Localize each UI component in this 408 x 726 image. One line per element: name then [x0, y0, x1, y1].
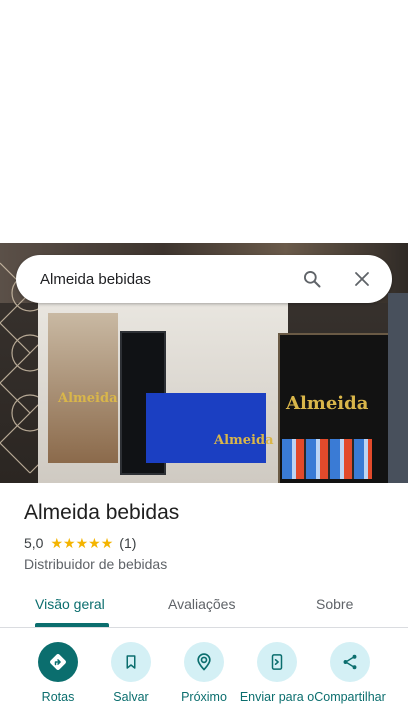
- save-button[interactable]: Salvar: [91, 642, 171, 704]
- place-category[interactable]: Distribuidor de bebidas: [24, 556, 167, 572]
- place-tabs: Visão geral Avaliações Sobre: [0, 584, 408, 628]
- tab-reviews[interactable]: Avaliações: [168, 596, 235, 612]
- nearby-button-circle[interactable]: [184, 642, 224, 682]
- rating-row[interactable]: 5,0 ★ ★ ★ ★ ★ (1): [24, 535, 136, 551]
- share-icon: [343, 654, 357, 670]
- photo-right-wall: [388, 293, 408, 483]
- close-icon: [355, 272, 369, 286]
- photo-freezer: [146, 393, 266, 463]
- search-button[interactable]: [300, 267, 324, 291]
- directions-icon: [50, 654, 66, 670]
- review-count: (1): [119, 535, 137, 551]
- place-title: Almeida bebidas: [24, 501, 180, 524]
- photo-banner-logo: Almeida: [286, 393, 369, 414]
- save-button-circle[interactable]: [111, 642, 151, 682]
- send-to-phone-label: Enviar para o: [239, 690, 315, 704]
- directions-button-circle[interactable]: [38, 642, 78, 682]
- photo-shelf: [48, 313, 118, 463]
- search-input[interactable]: Almeida bebidas: [16, 271, 300, 288]
- share-button[interactable]: Compartilhar: [310, 642, 390, 704]
- send-to-phone-button-circle[interactable]: [257, 642, 297, 682]
- rating-stars: ★ ★ ★ ★ ★: [50, 536, 113, 550]
- save-label: Salvar: [113, 690, 149, 704]
- tab-about[interactable]: Sobre: [316, 596, 353, 612]
- tab-overview[interactable]: Visão geral: [35, 596, 105, 612]
- action-bar: Rotas Salvar Próximo Enviar para o Compa…: [0, 642, 408, 726]
- clear-search-button[interactable]: [350, 267, 374, 291]
- active-tab-indicator: [35, 623, 109, 627]
- star-icon: ★: [50, 535, 64, 551]
- nearby-label: Próximo: [181, 690, 227, 704]
- send-to-phone-button[interactable]: Enviar para o: [237, 642, 317, 704]
- directions-label: Rotas: [41, 690, 75, 704]
- rating-value: 5,0: [24, 535, 44, 551]
- star-icon: ★: [63, 535, 76, 551]
- nearby-icon: [197, 653, 211, 671]
- send-to-phone-icon: [271, 654, 283, 670]
- directions-button[interactable]: Rotas: [18, 642, 98, 704]
- search-bar[interactable]: Almeida bebidas: [16, 255, 392, 303]
- star-icon: ★: [100, 535, 114, 551]
- share-label: Compartilhar: [314, 690, 386, 704]
- photo-freezer-logo: Almeida: [214, 433, 274, 448]
- bookmark-icon: [126, 655, 136, 669]
- star-icon: ★: [75, 535, 89, 551]
- star-icon: ★: [88, 535, 101, 551]
- search-icon: [304, 271, 321, 288]
- photo-door-logo: Almeida: [58, 391, 118, 406]
- share-button-circle[interactable]: [330, 642, 370, 682]
- nearby-button[interactable]: Próximo: [164, 642, 244, 704]
- photo-bottles: [282, 439, 372, 479]
